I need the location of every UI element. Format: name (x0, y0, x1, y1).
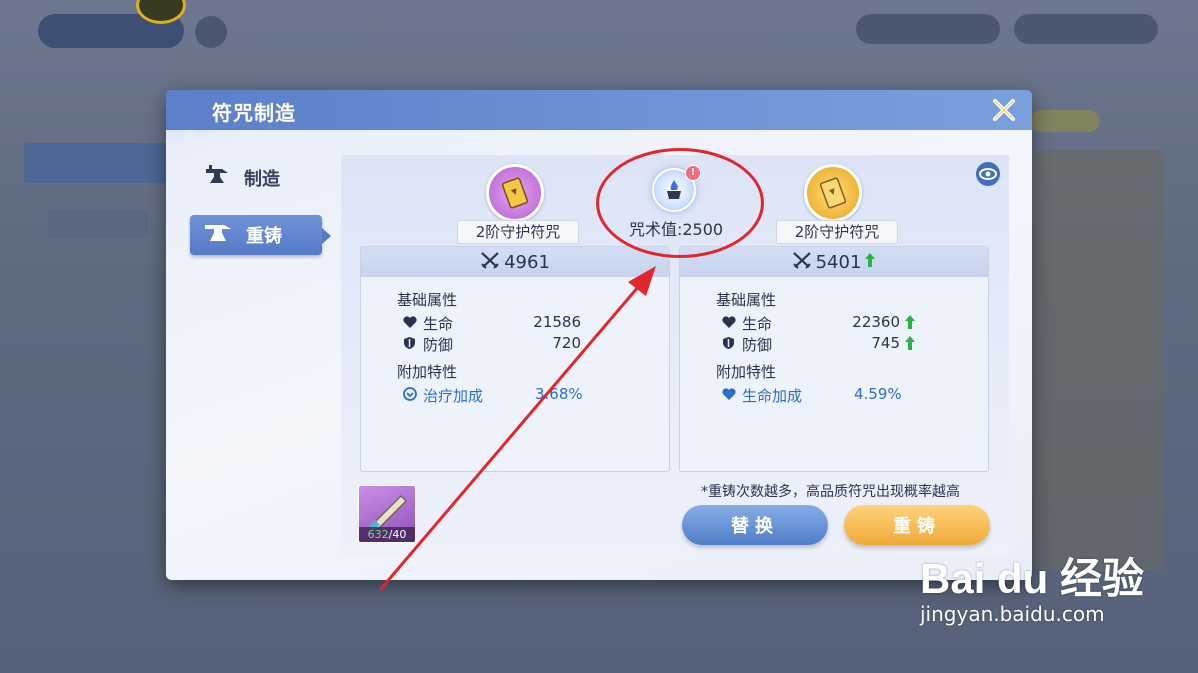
watermark-logo: Bai du 经验 (920, 555, 1145, 602)
baidu-watermark: Bai du 经验 jingyan.baidu.com (920, 545, 1144, 626)
